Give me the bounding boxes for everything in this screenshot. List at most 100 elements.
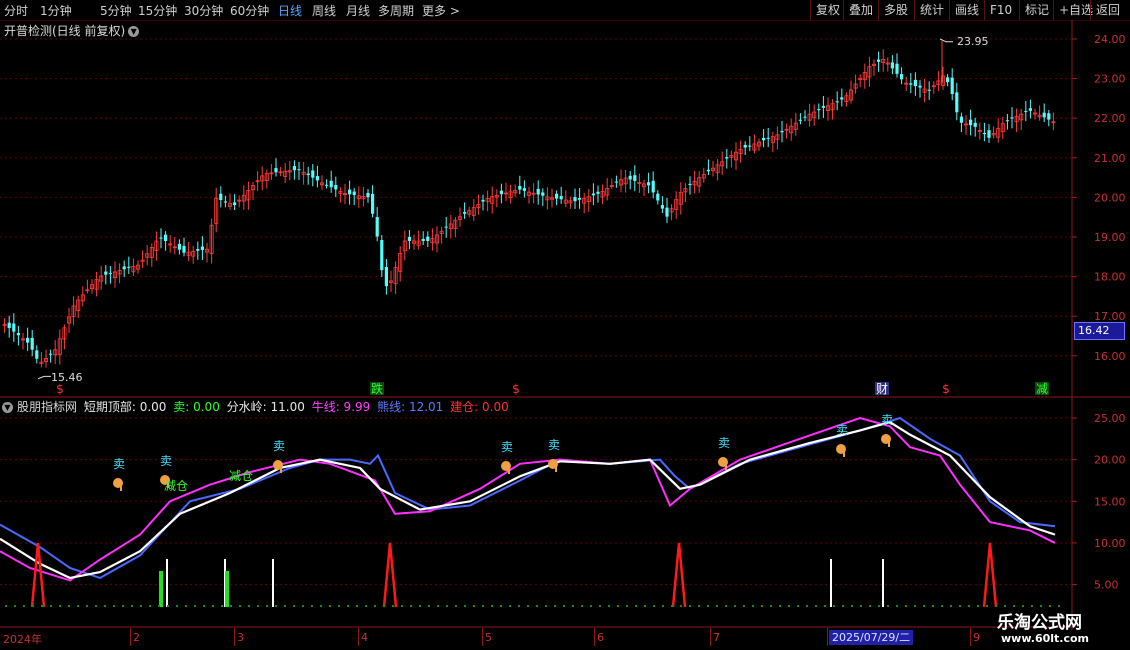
candle-body	[596, 191, 600, 194]
legend-bull-line: 牛线: 9.99	[311, 400, 371, 414]
date-tick	[594, 628, 595, 646]
candle-body	[798, 119, 802, 121]
period-tab-weekly[interactable]: 周线	[312, 2, 336, 19]
baseline-dot	[293, 605, 295, 607]
candle-body	[628, 175, 632, 180]
overlay-button[interactable]: 叠加	[843, 0, 878, 20]
candle-body	[518, 185, 522, 190]
sell-signal-label: 卖	[548, 438, 560, 452]
y-tick-label: 16.00	[1094, 350, 1126, 363]
candle-body	[1028, 108, 1032, 111]
date-tick	[827, 628, 828, 646]
baseline-dot	[779, 605, 781, 607]
legend-short-top: 短期顶部: 0.00	[83, 400, 167, 414]
baseline-dot	[815, 605, 817, 607]
baseline-dot	[734, 605, 736, 607]
candle-body	[541, 192, 545, 196]
adjust-button[interactable]: 复权	[810, 0, 845, 20]
baseline-dot	[77, 605, 79, 607]
candle-body	[7, 322, 11, 329]
candle-body	[329, 180, 333, 188]
back-button[interactable]: 返回	[1090, 0, 1125, 20]
chevron-down-icon[interactable]: ▼	[2, 402, 13, 413]
hand-pointer-icon	[725, 464, 727, 470]
baseline-dot	[518, 605, 520, 607]
baseline-dot	[158, 605, 160, 607]
y-tick-label: 15.00	[1094, 495, 1126, 508]
baseline-dot	[455, 605, 457, 607]
signal-marker: 财	[876, 382, 888, 396]
period-tab-more[interactable]: 更多 >	[422, 2, 460, 19]
baseline-dot	[590, 605, 592, 607]
period-tab-timeshare[interactable]: 分时	[4, 2, 28, 19]
period-tab-multi[interactable]: 多周期	[378, 2, 414, 19]
sell-signal-label: 卖	[501, 440, 513, 454]
baseline-dot	[689, 605, 691, 607]
candle-body	[122, 266, 126, 270]
draw-line-button[interactable]: 画线	[949, 0, 984, 20]
indicator-name: 股朋指标网	[17, 400, 78, 414]
candle-body	[633, 175, 637, 181]
baseline-dot	[635, 605, 637, 607]
mark-button[interactable]: 标记	[1019, 0, 1054, 20]
candle-body	[348, 189, 352, 195]
baseline-dot	[131, 605, 133, 607]
date-label: 4	[361, 631, 368, 644]
candle-body	[955, 92, 959, 113]
signal-marker: 跌	[371, 381, 383, 396]
baseline-dot	[761, 605, 763, 607]
period-tab-60min[interactable]: 60分钟	[230, 2, 269, 19]
baseline-dot	[500, 605, 502, 607]
sell-bar	[159, 571, 163, 607]
candle-body	[591, 193, 595, 196]
watershed-line	[0, 420, 1056, 580]
candle-body	[522, 188, 526, 191]
period-tab-1min[interactable]: 1分钟	[40, 2, 72, 19]
candle-body	[499, 190, 503, 195]
baseline-dot	[374, 605, 376, 607]
period-toolbar: 分时 1分钟 5分钟 15分钟 30分钟 60分钟 日线 周线 月线 多周期 更…	[0, 0, 1130, 21]
period-tab-monthly[interactable]: 月线	[346, 2, 370, 19]
candle-body	[306, 173, 310, 175]
date-tick	[234, 628, 235, 646]
period-tab-15min[interactable]: 15分钟	[138, 2, 177, 19]
baseline-dot	[887, 605, 889, 607]
candle-body	[665, 207, 669, 217]
site-watermark: 乐淘公式网 www.60lt.com	[985, 604, 1130, 650]
y-tick-label: 22.00	[1094, 112, 1126, 125]
date-label: 7	[713, 631, 720, 644]
candle-body	[1042, 112, 1046, 118]
stats-button[interactable]: 统计	[914, 0, 949, 20]
candle-body	[927, 89, 931, 91]
baseline-dot	[302, 605, 304, 607]
baseline-dot	[275, 605, 277, 607]
period-tab-5min[interactable]: 5分钟	[100, 2, 132, 19]
y-tick-label: 5.00	[1094, 579, 1119, 592]
candle-body	[182, 245, 186, 253]
baseline-dot	[230, 605, 232, 607]
candle-body	[384, 267, 388, 287]
multi-stock-button[interactable]: 多股	[878, 0, 913, 20]
period-tab-daily[interactable]: 日线	[278, 2, 302, 19]
candle-body	[426, 236, 430, 241]
baseline-dot	[698, 605, 700, 607]
hand-pointer-icon	[280, 467, 282, 473]
sell-bar	[225, 571, 229, 607]
baseline-dot	[95, 605, 97, 607]
period-tab-30min[interactable]: 30分钟	[184, 2, 223, 19]
baseline-dot	[707, 605, 709, 607]
date-label: 2024年	[3, 633, 42, 646]
baseline-dot	[365, 605, 367, 607]
baseline-dot	[347, 605, 349, 607]
baseline-dot	[941, 605, 943, 607]
more-label: 更多	[422, 4, 447, 18]
candle-body	[104, 271, 108, 275]
date-tick	[130, 628, 131, 646]
y-tick-label: 10.00	[1094, 537, 1126, 550]
baseline-dot	[59, 605, 61, 607]
sell-signal-label: 卖	[718, 436, 730, 450]
baseline-dot	[950, 605, 952, 607]
baseline-dot	[122, 605, 124, 607]
chevron-down-icon[interactable]: ▼	[128, 26, 140, 37]
f10-button[interactable]: F10	[984, 0, 1017, 20]
